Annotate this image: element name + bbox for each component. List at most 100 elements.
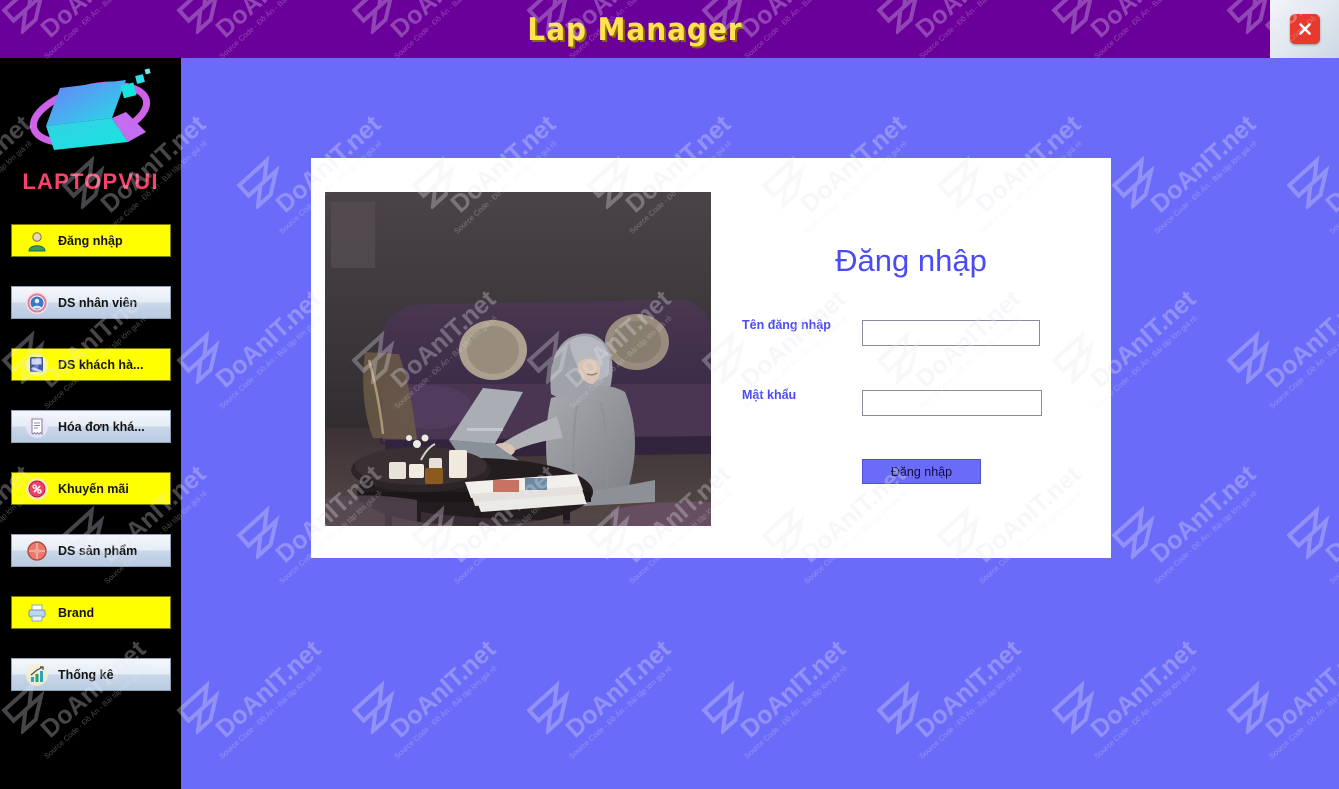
watermark-logo-icon xyxy=(1225,261,1339,386)
watermark-name: DoAnIT.net xyxy=(210,635,327,744)
watermark: DoAnIT.netSource Code - Đồ Án - Bài tập … xyxy=(1110,786,1267,789)
password-label: Mật khẩu xyxy=(742,388,797,402)
watermark-subtitle: Source Code - Đồ Án - Bài tập lớn giá rẻ xyxy=(1152,138,1259,236)
sidebar-item-khuyen-mai[interactable]: Khuyến mãi xyxy=(11,472,171,505)
watermark-logo-icon xyxy=(1285,786,1339,789)
product-icon xyxy=(24,538,50,564)
watermark-logo-icon xyxy=(585,786,718,789)
chart-icon xyxy=(24,662,50,688)
sidebar-item-label: Brand xyxy=(58,605,95,620)
watermark-logo-icon xyxy=(525,611,658,736)
username-input[interactable] xyxy=(862,320,1040,346)
watermark: DoAnIT.netSource Code - Đồ Án - Bài tập … xyxy=(1285,436,1339,588)
watermark: DoAnIT.netSource Code - Đồ Án - Bài tập … xyxy=(1285,86,1339,238)
watermark-logo-icon xyxy=(935,786,1068,789)
sidebar: LAPTOPVUI Đăng nhập DS nhân viên DS khác… xyxy=(0,58,181,789)
close-icon xyxy=(1298,23,1311,35)
close-button[interactable] xyxy=(1289,14,1320,44)
employee-icon xyxy=(24,290,50,316)
watermark: DoAnIT.netSource Code - Đồ Án - Bài tập … xyxy=(1110,86,1267,238)
sidebar-item-label: Hóa đơn khá... xyxy=(58,419,145,434)
sidebar-item-thong-ke[interactable]: Thống kê xyxy=(11,658,171,691)
watermark: DoAnIT.netSource Code - Đồ Án - Bài tập … xyxy=(175,261,332,413)
printer-icon xyxy=(24,600,50,626)
sidebar-item-label: Khuyến mãi xyxy=(58,481,129,496)
watermark: DoAnIT.netSource Code - Đồ Án - Bài tập … xyxy=(410,786,567,789)
watermark-logo-icon xyxy=(1110,786,1243,789)
watermark: DoAnIT.netSource Code - Đồ Án - Bài tập … xyxy=(1225,261,1339,413)
customer-icon xyxy=(24,352,50,378)
sidebar-item-dang-nhap[interactable]: Đăng nhập xyxy=(11,224,171,257)
watermark-logo-icon xyxy=(175,261,308,386)
watermark-name: DoAnIT.net xyxy=(385,635,502,744)
brand-logo: LAPTOPVUI xyxy=(0,58,181,198)
watermark-subtitle: Source Code - Đồ Án - Bài tập lớn giá rẻ xyxy=(567,663,674,761)
watermark: DoAnIT.netSource Code - Đồ Án - Bài tập … xyxy=(235,786,392,789)
sidebar-item-label: DS nhân viên xyxy=(58,295,138,310)
window-title: Lap Manager xyxy=(527,12,743,48)
watermark-logo-icon xyxy=(760,786,893,789)
username-label: Tên đăng nhập xyxy=(742,318,831,332)
watermark-subtitle: Source Code - Đồ Án - Bài tập lớn giá rẻ xyxy=(1267,664,1339,761)
watermark-subtitle: Source Code - Đồ Án - Bài tập lớn giá rẻ xyxy=(1327,489,1339,586)
watermark-logo-icon xyxy=(1285,436,1339,561)
watermark-subtitle: Source Code - Đồ Án - Bài tập lớn giá rẻ xyxy=(1092,663,1199,761)
watermark-name: DoAnIT.net xyxy=(910,635,1027,744)
watermark-name: DoAnIT.net xyxy=(1320,460,1339,569)
watermark: DoAnIT.netSource Code - Đồ Án - Bài tập … xyxy=(350,611,507,763)
title-bar: Lap Manager xyxy=(0,0,1270,58)
sidebar-item-label: DS khách hà... xyxy=(58,357,144,372)
watermark-logo-icon xyxy=(350,611,483,736)
watermark-name: DoAnIT.net xyxy=(1145,110,1262,219)
watermark-logo-icon xyxy=(700,611,833,736)
login-photo xyxy=(325,192,711,526)
laptop-logo-icon xyxy=(29,68,151,150)
watermark-name: DoAnIT.net xyxy=(1145,460,1262,569)
watermark: DoAnIT.netSource Code - Đồ Án - Bài tập … xyxy=(700,611,857,763)
watermark-name: DoAnIT.net xyxy=(1085,635,1202,744)
woman-working-on-laptop-photo xyxy=(325,192,711,526)
watermark-logo-icon xyxy=(235,786,368,789)
watermark-subtitle: Source Code - Đồ Án - Bài tập lớn giá rẻ xyxy=(1152,488,1259,586)
watermark-name: DoAnIT.net xyxy=(210,285,327,394)
watermark: DoAnIT.netSource Code - Đồ Án - Bài tập … xyxy=(525,611,682,763)
watermark-name: DoAnIT.net xyxy=(735,635,852,744)
sidebar-item-ds-khach-hang[interactable]: DS khách hà... xyxy=(11,348,171,381)
watermark: DoAnIT.netSource Code - Đồ Án - Bài tập … xyxy=(585,786,742,789)
watermark-subtitle: Source Code - Đồ Án - Bài tập lớn giá rẻ xyxy=(1327,139,1339,236)
window-controls xyxy=(1270,0,1339,58)
watermark-logo-icon xyxy=(1050,611,1183,736)
sidebar-item-brand[interactable]: Brand xyxy=(11,596,171,629)
watermark-name: DoAnIT.net xyxy=(1260,285,1339,394)
login-submit-button[interactable]: Đăng nhập xyxy=(862,459,981,484)
sidebar-item-hoa-don-khach[interactable]: Hóa đơn khá... xyxy=(11,410,171,443)
watermark-logo-icon xyxy=(410,786,543,789)
watermark-logo-icon xyxy=(875,611,1008,736)
watermark: DoAnIT.netSource Code - Đồ Án - Bài tập … xyxy=(175,611,332,763)
watermark: DoAnIT.netSource Code - Đồ Án - Bài tập … xyxy=(1050,611,1207,763)
sidebar-item-label: Đăng nhập xyxy=(58,233,123,248)
watermark-logo-icon xyxy=(1225,611,1339,736)
login-card: Đăng nhập Tên đăng nhập Mật khẩu Đăng nh… xyxy=(311,158,1111,558)
application-window: Lap Manager LAPTOPVUI Đăng nhập DS nhân … xyxy=(0,0,1339,789)
discount-icon xyxy=(24,476,50,502)
sidebar-item-ds-san-pham[interactable]: DS sản phẩm xyxy=(11,534,171,567)
login-heading: Đăng nhập xyxy=(835,243,987,278)
sidebar-item-label: Thống kê xyxy=(58,667,114,682)
sidebar-item-ds-nhan-vien[interactable]: DS nhân viên xyxy=(11,286,171,319)
watermark: DoAnIT.netSource Code - Đồ Án - Bài tập … xyxy=(935,786,1092,789)
watermark-logo-icon xyxy=(1110,86,1243,211)
password-input[interactable] xyxy=(862,390,1042,416)
watermark-name: DoAnIT.net xyxy=(560,635,677,744)
watermark-logo-icon xyxy=(175,611,308,736)
watermark-subtitle: Source Code - Đồ Án - Bài tập lớn giá rẻ xyxy=(917,663,1024,761)
watermark-subtitle: Source Code - Đồ Án - Bài tập lớn giá rẻ xyxy=(392,663,499,761)
invoice-icon xyxy=(24,414,50,440)
watermark-name: DoAnIT.net xyxy=(1320,110,1339,219)
brand-name: LAPTOPVUI xyxy=(22,169,159,194)
watermark: DoAnIT.netSource Code - Đồ Án - Bài tập … xyxy=(1110,436,1267,588)
watermark-subtitle: Source Code - Đồ Án - Bài tập lớn giá rẻ xyxy=(1267,314,1339,411)
watermark: DoAnIT.netSource Code - Đồ Án - Bài tập … xyxy=(1225,611,1339,763)
user-icon xyxy=(24,228,50,254)
watermark: DoAnIT.netSource Code - Đồ Án - Bài tập … xyxy=(1285,786,1339,789)
